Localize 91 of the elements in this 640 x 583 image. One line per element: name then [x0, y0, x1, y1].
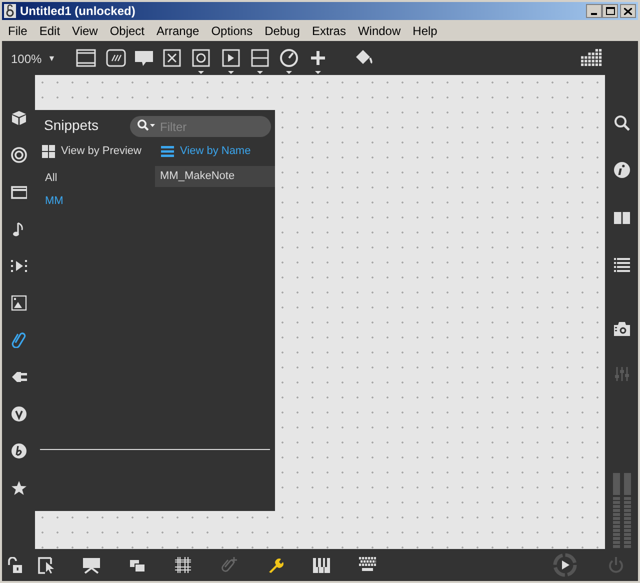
mixer-icon [614, 366, 630, 382]
cube-icon [10, 110, 26, 126]
piano-keys-icon [313, 557, 330, 574]
message-box-tool[interactable] [106, 49, 126, 67]
menu-item[interactable]: File [2, 22, 34, 40]
star-icon [10, 480, 26, 496]
play-ring-icon [553, 553, 577, 577]
maximize-button[interactable] [602, 4, 618, 18]
comment-icon [134, 49, 154, 67]
menu-item[interactable]: Object [104, 22, 151, 40]
panel-title: Snippets [44, 116, 98, 135]
image-icon [10, 294, 26, 310]
search-icon [614, 115, 630, 131]
object-box-tool[interactable] [76, 49, 96, 67]
media-player-icon [10, 258, 26, 274]
camera-tab[interactable] [612, 320, 630, 338]
category-item[interactable]: All [45, 170, 155, 186]
cursor-box-button[interactable] [38, 557, 55, 574]
search-icon [137, 118, 157, 130]
play-box-icon [222, 49, 240, 75]
close-button[interactable] [620, 4, 636, 18]
category-item[interactable]: MM [45, 192, 155, 209]
minimize-button[interactable] [586, 4, 602, 18]
presentation-icon [83, 557, 100, 574]
slider-box-icon [251, 49, 269, 75]
cursor-box-icon [38, 557, 55, 574]
dial-icon [279, 49, 299, 75]
menu-item[interactable]: Extras [306, 22, 352, 40]
grid-lines-button[interactable] [175, 557, 192, 574]
grid-icon [581, 49, 603, 67]
view-toggle[interactable]: View by Name [155, 142, 251, 160]
book-icon [614, 210, 630, 226]
message-box-icon [106, 49, 126, 67]
list-view-icon [161, 144, 174, 158]
presentation-button[interactable] [83, 557, 100, 574]
unlocked-padlock-icon [6, 557, 23, 574]
target-icon [10, 146, 26, 162]
list-tab[interactable] [612, 256, 630, 274]
snippet-item[interactable]: MM_MakeNote [155, 166, 275, 187]
book-tab[interactable] [612, 209, 630, 227]
menu-item[interactable]: Edit [33, 22, 66, 40]
paint-bucket-icon [354, 49, 374, 67]
grid-lines-icon [175, 557, 192, 574]
play-button[interactable] [553, 553, 577, 577]
zoom-dropdown[interactable]: 100% ▼ [11, 50, 56, 68]
info-icon [614, 162, 630, 178]
plus-icon [309, 49, 327, 75]
button-icon [192, 49, 210, 75]
letter-circle-icon [10, 406, 26, 422]
unlocked-padlock-button[interactable] [6, 557, 23, 574]
play-box-tool[interactable] [222, 49, 240, 75]
toggle-tool[interactable] [163, 49, 181, 67]
grid-view-icon [42, 144, 55, 158]
object-box-icon [76, 49, 96, 67]
close-icon [624, 8, 632, 14]
list-icon [614, 257, 630, 273]
piano-keys-button[interactable] [313, 557, 330, 574]
maximize-icon [606, 7, 614, 15]
dial-tool[interactable] [279, 49, 299, 75]
plus-tool[interactable] [309, 49, 327, 75]
button-tool[interactable] [192, 49, 210, 75]
search-tab[interactable] [612, 114, 630, 132]
menu-item[interactable]: Arrange [150, 22, 206, 40]
camera-icon [614, 321, 630, 337]
app-icon [4, 4, 16, 18]
view-toggle[interactable]: View by Preview [35, 142, 155, 160]
layers-icon [129, 557, 146, 574]
menu-item[interactable]: Options [205, 22, 259, 40]
minimize-icon [591, 13, 597, 15]
info-tab[interactable] [612, 161, 630, 179]
letter-circle-icon [10, 442, 26, 458]
paperclip-icon [10, 332, 26, 348]
paperclip-plus-icon [221, 557, 238, 574]
comment-tool[interactable] [134, 49, 154, 67]
grid-tool[interactable] [581, 49, 603, 67]
menu-item[interactable]: Debug [258, 22, 306, 40]
panel-icon [10, 184, 26, 200]
window-title: Untitled1 (unlocked) [20, 3, 136, 20]
power-icon [608, 556, 624, 574]
menu-item[interactable]: View [66, 22, 104, 40]
menu-item[interactable]: Window [352, 22, 407, 40]
keyboard-icon [359, 557, 376, 574]
layers-button[interactable] [129, 557, 146, 574]
target-tab[interactable] [8, 144, 28, 165]
keyboard-button[interactable] [359, 557, 376, 574]
wrench-button[interactable] [267, 557, 284, 574]
slider-box-tool[interactable] [251, 49, 269, 75]
paint-bucket-tool[interactable] [354, 49, 374, 67]
menu-item[interactable]: Help [406, 22, 444, 40]
wrench-icon [267, 557, 284, 574]
toggle-icon [163, 49, 181, 67]
